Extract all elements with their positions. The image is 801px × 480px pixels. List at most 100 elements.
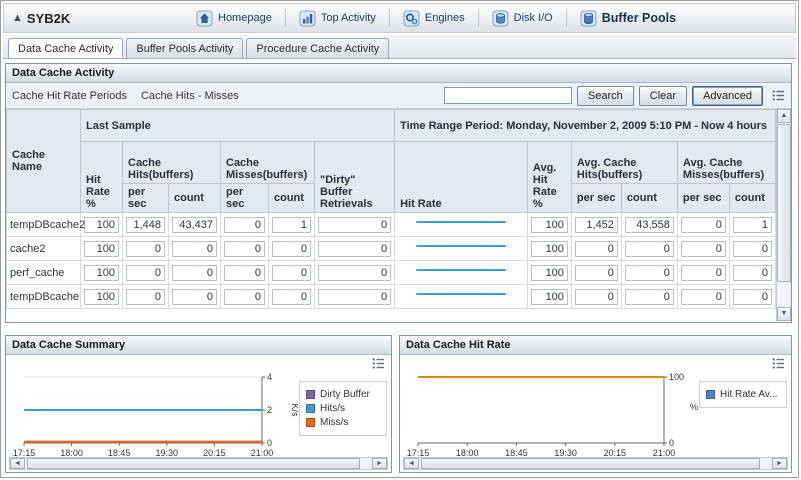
cell-hits-per-sec: 1,448 xyxy=(123,213,169,237)
table-row[interactable]: tempDBcache21001,44843,4370101001,45243,… xyxy=(7,213,776,237)
cell-miss-count: 0 xyxy=(269,237,315,261)
hitrate-chart-body: 100017:1518:0018:4519:3020:1521:00% Hit … xyxy=(400,355,791,472)
buffer-pools-icon xyxy=(580,10,597,27)
col-avg-misses-count[interactable]: count xyxy=(729,184,775,213)
grid-menu-icon[interactable] xyxy=(372,357,385,370)
col-hits-count[interactable]: count xyxy=(169,184,221,213)
cell-dirty: 0 xyxy=(315,261,395,285)
col-avg-hits-count[interactable]: count xyxy=(621,184,677,213)
col-avg-hits-per-sec[interactable]: per sec xyxy=(571,184,621,213)
legend-item: Hit Rate Av... xyxy=(706,389,780,400)
tab-buffer-pools-activity[interactable]: Buffer Pools Activity xyxy=(126,38,243,58)
svg-text:0: 0 xyxy=(267,438,272,448)
bottom-charts-row: Data Cache Summary 42017:1518:0018:4519:… xyxy=(5,335,792,473)
hitrate-chart: 100017:1518:0018:4519:3020:1521:00% xyxy=(402,367,700,463)
horizontal-scroll-track[interactable] xyxy=(419,458,772,469)
cell-avg-hits-per-sec: 1,452 xyxy=(571,213,621,237)
cell-hits-count: 0 xyxy=(169,261,221,285)
cell-avg-miss-per-sec: 0 xyxy=(677,213,729,237)
grid-menu-icon[interactable] xyxy=(772,89,785,102)
cell-avg-hits-count: 43,558 xyxy=(621,213,677,237)
col-hit-rate-trend[interactable]: Hit Rate xyxy=(395,142,528,213)
cell-hit-rate-trend xyxy=(395,285,528,309)
cell-hits-count: 0 xyxy=(169,237,221,261)
cell-avg-miss-per-sec: 0 xyxy=(677,261,729,285)
nav-engines[interactable]: Engines xyxy=(399,8,469,29)
cell-hit-rate-trend xyxy=(395,237,528,261)
hitrate-chart-legend: Hit Rate Av... xyxy=(699,381,787,408)
table-row[interactable]: tempDBcache100000001000000 xyxy=(7,285,776,309)
cell-miss-per-sec: 0 xyxy=(221,261,269,285)
table-row[interactable]: cache2100000001000000 xyxy=(7,237,776,261)
nav-homepage[interactable]: Homepage xyxy=(192,8,276,29)
cell-avg-miss-count: 0 xyxy=(729,237,775,261)
col-hits-per-sec[interactable]: per sec xyxy=(123,184,169,213)
col-avg-misses-per-sec[interactable]: per sec xyxy=(677,184,729,213)
clear-button[interactable]: Clear xyxy=(639,86,687,106)
col-hit-rate[interactable]: Hit Rate % xyxy=(81,142,123,213)
nav-disk-io[interactable]: Disk I/O xyxy=(488,8,557,29)
cell-dirty: 0 xyxy=(315,285,395,309)
search-input[interactable] xyxy=(444,87,572,104)
toolbar-right: Search Clear Advanced xyxy=(444,86,785,106)
col-dirty-buffer-retrievals[interactable]: "Dirty" Buffer Retrievals xyxy=(315,142,395,213)
col-cache-name[interactable]: Cache Name xyxy=(7,110,81,213)
data-cache-hit-rate-panel: Data Cache Hit Rate 100017:1518:0018:451… xyxy=(399,335,792,473)
scroll-left-icon[interactable]: ◄ xyxy=(10,458,25,469)
summary-horizontal-scrollbar[interactable]: ◄ ► xyxy=(9,457,388,470)
expander-icon[interactable]: ▲ xyxy=(12,12,23,24)
advanced-button[interactable]: Advanced xyxy=(692,86,763,106)
col-avg-hit-rate[interactable]: Avg. Hit Rate % xyxy=(527,142,571,213)
search-button[interactable]: Search xyxy=(577,86,634,106)
col-misses-per-sec[interactable]: per sec xyxy=(221,184,269,213)
nav-top-activity[interactable]: Top Activity xyxy=(295,8,380,29)
nav-separator xyxy=(389,9,390,27)
scroll-right-icon[interactable]: ► xyxy=(372,458,387,469)
cell-avg-miss-count: 0 xyxy=(729,285,775,309)
cell-miss-per-sec: 0 xyxy=(221,237,269,261)
app-brand[interactable]: ▲ SYB2K xyxy=(12,11,192,26)
cell-cache-name: cache2 xyxy=(7,237,81,261)
col-avg-cache-misses[interactable]: Avg. Cache Misses(buffers) xyxy=(677,142,775,184)
table-row[interactable]: perf_cache100000001000000 xyxy=(7,261,776,285)
cell-hits-count: 43,437 xyxy=(169,213,221,237)
scroll-left-icon[interactable]: ◄ xyxy=(404,458,419,469)
table-vertical-scrollbar[interactable]: ▲ ▼ xyxy=(776,109,791,321)
cell-hits-per-sec: 0 xyxy=(123,261,169,285)
summary-chart: 42017:1518:0018:4519:3020:1521:00K/s xyxy=(8,367,298,463)
col-cache-misses[interactable]: Cache Misses(buffers) xyxy=(221,142,315,184)
hit-rate-sparkline xyxy=(416,269,507,271)
horizontal-scroll-thumb[interactable] xyxy=(27,458,360,469)
col-avg-cache-hits[interactable]: Avg. Cache Hits(buffers) xyxy=(571,142,677,184)
disk-icon xyxy=(492,10,509,27)
summary-chart-body: 42017:1518:0018:4519:3020:1521:00K/s Dir… xyxy=(6,355,391,472)
hitrate-panel-title: Data Cache Hit Rate xyxy=(400,336,791,355)
legend-label: Dirty Buffer xyxy=(320,389,370,400)
group-last-sample: Last Sample xyxy=(81,110,395,142)
hitrate-horizontal-scrollbar[interactable]: ◄ ► xyxy=(403,457,788,470)
tab-data-cache-activity[interactable]: Data Cache Activity xyxy=(8,38,123,58)
legend-label: Hits/s xyxy=(320,403,345,414)
nav-buffer-pools[interactable]: Buffer Pools xyxy=(576,8,680,29)
cell-cache-name: tempDBcache2 xyxy=(7,213,81,237)
horizontal-scroll-track[interactable] xyxy=(25,458,372,469)
cell-avg-hits-count: 0 xyxy=(621,237,677,261)
cell-avg-miss-count: 1 xyxy=(729,213,775,237)
tab-procedure-cache-activity[interactable]: Procedure Cache Activity xyxy=(246,38,389,58)
nav-homepage-label: Homepage xyxy=(218,12,272,24)
col-cache-hits[interactable]: Cache Hits(buffers) xyxy=(123,142,221,184)
horizontal-scroll-thumb[interactable] xyxy=(421,458,760,469)
col-misses-count[interactable]: count xyxy=(269,184,315,213)
link-cache-hits-misses[interactable]: Cache Hits - Misses xyxy=(141,90,239,102)
scroll-up-icon[interactable]: ▲ xyxy=(777,109,791,123)
cell-avg-hits-count: 0 xyxy=(621,261,677,285)
grid-menu-icon[interactable] xyxy=(772,357,785,370)
scroll-right-icon[interactable]: ► xyxy=(772,458,787,469)
cell-avg-hits-per-sec: 0 xyxy=(571,285,621,309)
link-cache-hit-rate-periods[interactable]: Cache Hit Rate Periods xyxy=(12,90,127,102)
tab-label: Buffer Pools Activity xyxy=(136,43,233,55)
nav-disk-io-label: Disk I/O xyxy=(514,12,553,24)
scroll-down-icon[interactable]: ▼ xyxy=(777,307,791,321)
cell-miss-per-sec: 0 xyxy=(221,285,269,309)
vertical-scroll-thumb[interactable] xyxy=(777,124,791,282)
